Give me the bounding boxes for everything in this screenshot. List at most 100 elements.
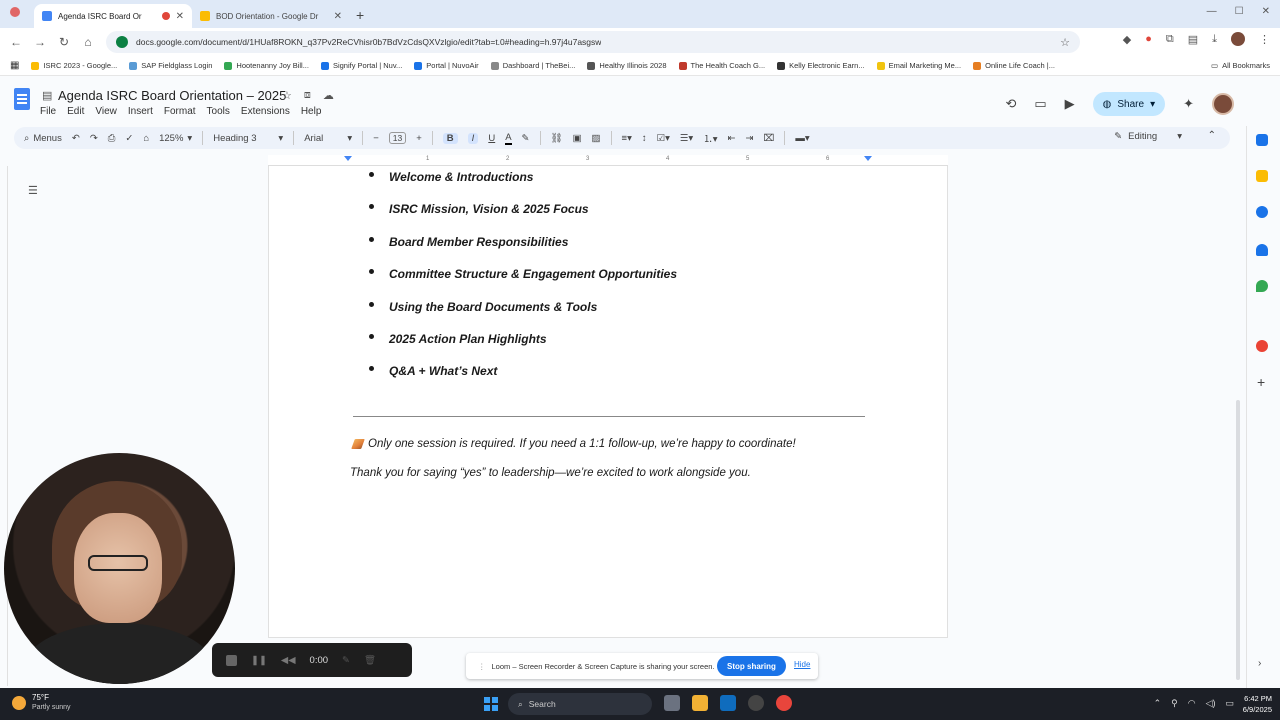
file-explorer-icon[interactable] xyxy=(692,695,708,711)
stop-sharing-button[interactable]: Stop sharing xyxy=(717,656,786,676)
chevron-up-icon[interactable]: ⌃ xyxy=(1154,698,1162,709)
bookmark[interactable]: Dashboard | TheBei... xyxy=(490,61,575,70)
gemini-icon[interactable]: ✦ xyxy=(1183,96,1194,112)
clock[interactable]: 6:42 PM 6/9/2025 xyxy=(1243,693,1272,715)
bookmark-star-icon[interactable]: ☆ xyxy=(1060,36,1070,49)
calendar-icon[interactable] xyxy=(1256,134,1268,146)
comments-icon[interactable]: ▭ xyxy=(1034,96,1046,112)
contacts-icon[interactable] xyxy=(1256,244,1268,256)
bullet-list-icon[interactable]: ☰▾ xyxy=(680,133,693,144)
profile-icon[interactable] xyxy=(10,7,20,17)
underline-icon[interactable]: U xyxy=(488,133,495,144)
add-comment-icon[interactable]: ▣ xyxy=(573,133,582,144)
add-icon[interactable]: + xyxy=(1257,374,1265,390)
decrease-indent-icon[interactable]: ⇤ xyxy=(727,133,735,144)
align-icon[interactable]: ≡▾ xyxy=(622,133,632,144)
stop-icon[interactable] xyxy=(226,654,237,666)
menu-tools[interactable]: Tools xyxy=(207,106,230,117)
list-item[interactable]: Committee Structure & Engagement Opportu… xyxy=(369,263,677,295)
task-view-icon[interactable] xyxy=(664,695,680,711)
menu-view[interactable]: View xyxy=(95,106,117,117)
print-icon[interactable]: ⎙ xyxy=(108,133,116,144)
redo-icon[interactable]: ↷ xyxy=(90,133,98,144)
loom-extension-icon[interactable]: ● xyxy=(1145,33,1152,45)
menu-extensions[interactable]: Extensions xyxy=(241,106,290,117)
scrollbar[interactable] xyxy=(1236,400,1240,680)
restart-icon[interactable]: ◀◀ xyxy=(281,655,296,666)
bookmark[interactable]: Healthy Illinois 2028 xyxy=(587,61,667,70)
location-icon[interactable]: ⚲ xyxy=(1171,698,1178,709)
increase-font-icon[interactable]: + xyxy=(416,133,422,144)
puzzle-icon[interactable]: ⧉ xyxy=(1166,33,1174,46)
decrease-font-icon[interactable]: − xyxy=(373,133,379,144)
bookmark[interactable]: Online Life Coach |... xyxy=(973,61,1055,70)
highlight-icon[interactable]: ✎ xyxy=(522,133,530,144)
insert-image-icon[interactable]: ▨ xyxy=(592,133,601,144)
font-select[interactable]: Arial ▾ xyxy=(304,133,352,144)
menu-insert[interactable]: Insert xyxy=(128,106,153,117)
style-select[interactable]: Heading 3 ▾ xyxy=(213,133,283,144)
maximize-icon[interactable]: ☐ xyxy=(1235,6,1244,17)
avatar[interactable] xyxy=(1212,93,1234,115)
drag-handle-icon[interactable]: ⋮ xyxy=(478,662,486,671)
keep-icon[interactable] xyxy=(1256,170,1268,182)
document-title[interactable]: Agenda ISRC Board Orientation – 2025 xyxy=(58,88,286,103)
home-icon[interactable]: ⌂ xyxy=(76,35,100,49)
line-spacing-icon[interactable]: ↕ xyxy=(642,133,647,144)
list-item[interactable]: Board Member Responsibilities xyxy=(369,231,677,263)
download-icon[interactable]: ⤓ xyxy=(1212,33,1217,46)
font-size-input[interactable]: 13 xyxy=(388,132,407,144)
spellcheck-icon[interactable]: ✓ xyxy=(125,133,133,144)
menu-help[interactable]: Help xyxy=(301,106,322,117)
site-info-icon[interactable] xyxy=(116,36,128,48)
undo-icon[interactable]: ↶ xyxy=(72,133,80,144)
bold-icon[interactable]: B xyxy=(442,132,458,144)
tab-agenda[interactable]: Agenda ISRC Board Or ✕ xyxy=(34,4,192,28)
move-folder-icon[interactable]: ⧈ xyxy=(304,89,311,102)
document-outline-icon[interactable]: ☰ xyxy=(28,184,38,197)
chatgpt-icon[interactable] xyxy=(748,695,764,711)
pause-icon[interactable]: ❚❚ xyxy=(251,655,267,666)
volume-icon[interactable]: ◁) xyxy=(1206,698,1216,709)
sidebar-icon[interactable]: ▤ xyxy=(1188,33,1198,46)
maps-icon[interactable] xyxy=(1256,280,1268,292)
all-bookmarks[interactable]: ▭ All Bookmarks xyxy=(1211,61,1270,70)
back-icon[interactable]: ← xyxy=(4,35,28,49)
close-tab-icon[interactable]: ✕ xyxy=(334,11,342,22)
weather-widget[interactable]: 75°F Partly sunny xyxy=(12,693,71,713)
left-indent-marker[interactable] xyxy=(344,156,352,161)
chevron-right-icon[interactable]: › xyxy=(1258,658,1261,669)
apps-icon[interactable]: ▦ xyxy=(10,60,19,71)
list-item[interactable]: Q&A + What’s Next xyxy=(369,360,677,392)
bookmark[interactable]: Hootenanny Joy Bill... xyxy=(224,61,309,70)
numbered-list-icon[interactable]: ⒈▾ xyxy=(703,131,717,145)
link-icon[interactable]: ⛓ xyxy=(551,133,563,144)
close-window-icon[interactable]: ✕ xyxy=(1262,6,1270,17)
cloud-saved-icon[interactable]: ☁ xyxy=(323,89,334,102)
minimize-icon[interactable]: — xyxy=(1207,6,1217,17)
meet-icon[interactable]: ▶ xyxy=(1065,96,1075,112)
hide-link[interactable]: Hide xyxy=(794,660,810,669)
note-paragraph[interactable]: Only one session is required. If you nee… xyxy=(351,438,796,450)
tab-bod-orientation[interactable]: BOD Orientation - Google Dr ✕ xyxy=(192,4,350,28)
list-item[interactable]: 2025 Action Plan Highlights xyxy=(369,328,677,360)
windows-start-icon[interactable] xyxy=(484,697,498,711)
bookmark[interactable]: Signify Portal | Nuv... xyxy=(320,61,402,70)
taskbar-search[interactable]: ⌕ Search xyxy=(508,693,652,715)
version-history-icon[interactable]: ⟲ xyxy=(1005,96,1016,112)
battery-icon[interactable]: ▭ xyxy=(1225,698,1234,709)
menu-file[interactable]: File xyxy=(40,106,56,117)
increase-indent-icon[interactable]: ⇥ xyxy=(745,133,753,144)
bookmark[interactable]: ISRC 2023 - Google... xyxy=(31,61,117,70)
paint-format-icon[interactable]: ⌂ xyxy=(143,133,149,144)
wifi-icon[interactable]: ◠ xyxy=(1188,698,1196,709)
checklist-icon[interactable]: ☑▾ xyxy=(657,133,670,144)
star-icon[interactable]: ☆ xyxy=(282,89,292,102)
delete-icon[interactable]: 🗑 xyxy=(364,655,376,666)
extension-icon[interactable]: ◆ xyxy=(1123,33,1131,46)
bookmark[interactable]: Portal | NuvoAir xyxy=(414,61,479,70)
webcam-bubble[interactable] xyxy=(4,453,235,684)
zoom-select[interactable]: 125% ▾ xyxy=(159,133,192,144)
list-item[interactable]: Using the Board Documents & Tools xyxy=(369,296,677,328)
italic-icon[interactable]: I xyxy=(467,132,479,144)
